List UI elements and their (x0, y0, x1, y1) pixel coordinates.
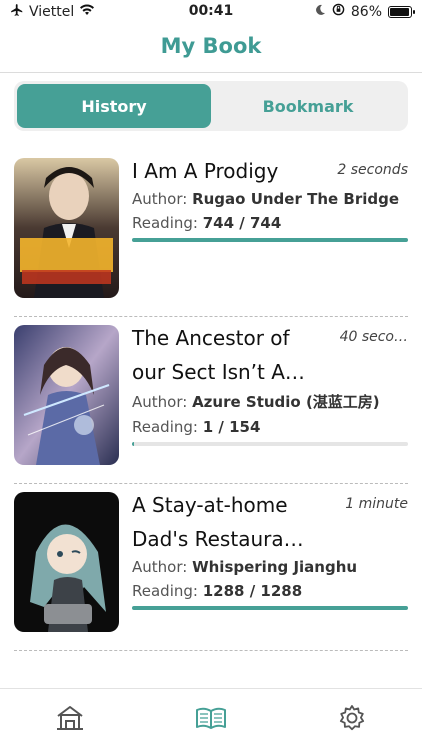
reading-count: 1 / 154 (202, 418, 261, 436)
tab-home[interactable] (0, 689, 141, 750)
home-icon (55, 704, 85, 736)
header-divider (0, 72, 422, 73)
reading-progress-bar (132, 442, 408, 446)
author-label: Author: (132, 558, 188, 576)
book-cover[interactable] (14, 158, 119, 298)
battery-percent: 86% (350, 3, 382, 20)
battery-icon (388, 5, 415, 18)
last-read-time: 1 minute (345, 496, 408, 512)
status-bar: Viettel 00:41 86% (0, 0, 422, 24)
tab-bookmark[interactable]: Bookmark (211, 84, 405, 128)
reading-progress-fill (132, 238, 408, 242)
last-read-time: 2 seconds (337, 162, 408, 178)
last-read-time: 40 seco… (339, 329, 408, 345)
reading-count: 1288 / 1288 (202, 582, 303, 600)
bottom-tab-bar (0, 688, 422, 750)
reading-line: Reading: 744 / 744 (132, 214, 408, 232)
tab-settings[interactable] (281, 689, 422, 750)
settings-gear-icon (338, 704, 366, 736)
reading-label: Reading: (132, 418, 198, 436)
author-line: Author: Rugao Under The Bridge (132, 190, 408, 208)
reading-line: Reading: 1 / 154 (132, 418, 408, 436)
reading-progress-fill (132, 442, 134, 446)
author-name: Rugao Under The Bridge (192, 190, 400, 208)
tab-my-book[interactable] (141, 689, 282, 750)
author-label: Author: (132, 190, 188, 208)
book-icon (195, 706, 227, 734)
reading-progress-fill (132, 606, 408, 610)
book-item[interactable]: The Ancestor of our Sect Isn’t A… 40 sec… (0, 317, 422, 484)
author-label: Author: (132, 393, 188, 411)
tab-history[interactable]: History (17, 84, 211, 128)
list-divider (14, 650, 408, 651)
reading-label: Reading: (132, 214, 198, 232)
book-cover[interactable] (14, 492, 119, 632)
rotation-lock-icon (332, 3, 345, 20)
book-item[interactable]: A Stay-at-home Dad's Restaura… 1 minute … (0, 484, 422, 651)
page-title: My Book (160, 34, 262, 58)
book-item[interactable]: I Am A Prodigy 2 seconds Author: Rugao U… (0, 150, 422, 317)
book-cover[interactable] (14, 325, 119, 465)
author-line: Author: Whispering Jianghu (132, 558, 408, 576)
moon-icon (314, 4, 326, 20)
segmented-control: History Bookmark (14, 81, 408, 131)
reading-label: Reading: (132, 582, 198, 600)
author-name: Azure Studio (湛蓝工房) (192, 393, 380, 411)
reading-count: 744 / 744 (202, 214, 282, 232)
book-list: I Am A Prodigy 2 seconds Author: Rugao U… (0, 150, 422, 651)
author-line: Author: Azure Studio (湛蓝工房) (132, 391, 408, 412)
reading-progress-bar (132, 238, 408, 242)
author-name: Whispering Jianghu (192, 558, 358, 576)
reading-line: Reading: 1288 / 1288 (132, 582, 408, 600)
reading-progress-bar (132, 606, 408, 610)
